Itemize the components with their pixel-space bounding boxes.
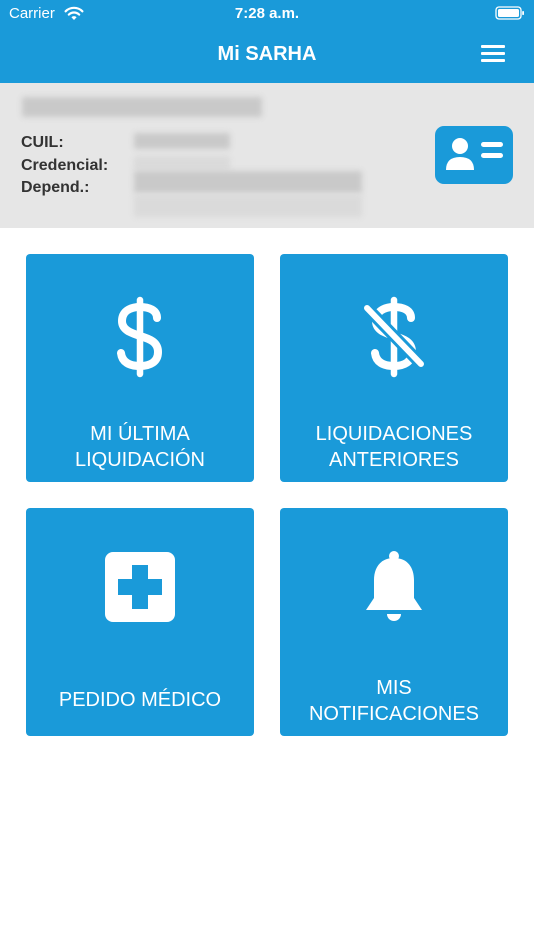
tile-label: LIQUIDACIONES ANTERIORES [315,423,473,471]
dollar-slash-icon [361,296,427,378]
depend-label: Depend.: [21,179,90,196]
status-time: 7:28 a.m. [234,5,300,22]
dollar-icon [117,296,163,378]
profile-panel: CUIL: Credencial: Depend.: [0,83,534,228]
medical-cross-icon [105,552,175,622]
cuil-label: CUIL: [21,134,64,151]
credential-card-button[interactable] [435,126,513,184]
depend-value-redacted [134,171,362,193]
top-bar: Carrier 7:28 a.m. Mi SARHA [0,0,534,83]
battery-icon [495,6,524,20]
tile-mi-ultima-liquidacion[interactable]: MI ÚLTIMA LIQUIDACIÓN [26,254,254,482]
credencial-value-redacted [134,156,230,170]
credencial-label: Credencial: [21,157,109,174]
page-title: Mi SARHA [217,43,317,65]
user-name-redacted [22,97,262,117]
cuil-value-redacted [134,133,230,149]
id-card-icon [446,138,503,170]
menu-button[interactable] [476,40,510,68]
tile-pedido-medico[interactable]: PEDIDO MÉDICO [26,508,254,736]
tile-label: PEDIDO MÉDICO [58,689,222,711]
depend-value-redacted-line2 [134,195,362,217]
tile-label: MIS NOTIFICACIONES [308,677,479,725]
tile-mis-notificaciones[interactable]: MIS NOTIFICACIONES [280,508,508,736]
bell-icon [366,551,422,621]
tile-liquidaciones-anteriores[interactable]: LIQUIDACIONES ANTERIORES [280,254,508,482]
tile-label: MI ÚLTIMA LIQUIDACIÓN [74,423,206,471]
